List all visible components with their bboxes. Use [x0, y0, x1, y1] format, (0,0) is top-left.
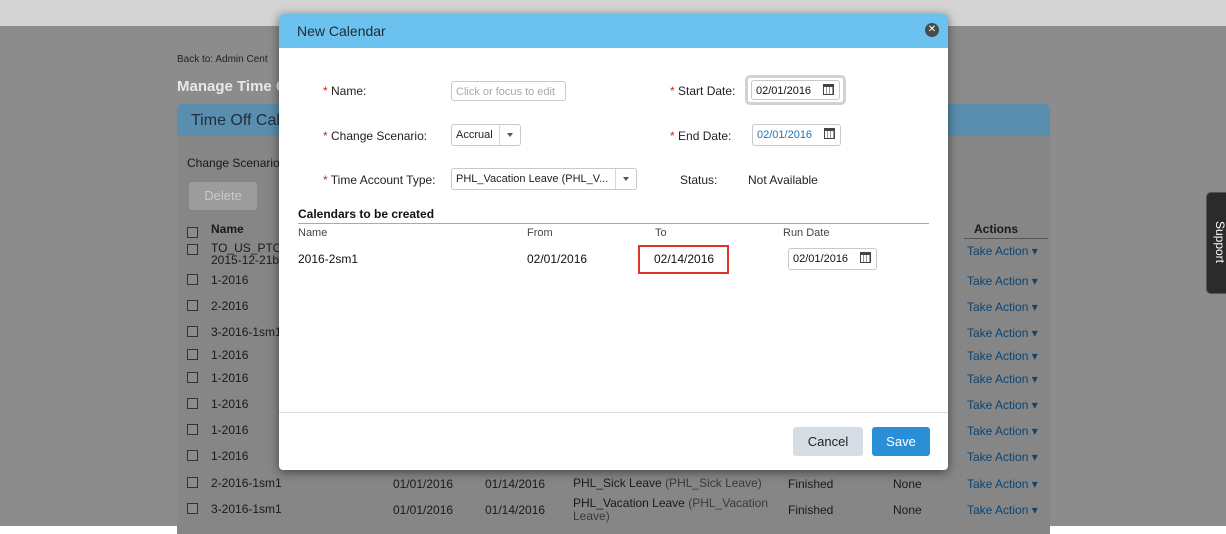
- run-date-input[interactable]: 02/01/2016: [788, 248, 877, 270]
- section-divider: [298, 223, 929, 224]
- column-header-name: Name: [298, 227, 328, 239]
- row-status: Finished: [788, 477, 834, 491]
- row-checkbox[interactable]: [187, 244, 198, 255]
- dialog-title: New Calendar: [297, 23, 386, 39]
- row-checkbox[interactable]: [187, 424, 198, 435]
- take-action-dropdown[interactable]: Take Action ▾: [967, 503, 1038, 517]
- take-action-dropdown[interactable]: Take Action ▾: [967, 274, 1038, 288]
- section-title: Calendars to be created: [298, 207, 435, 221]
- row-checkbox[interactable]: [187, 503, 198, 514]
- support-tab[interactable]: Support: [1206, 192, 1226, 294]
- row-checkbox[interactable]: [187, 349, 198, 360]
- footer-divider: [279, 412, 948, 413]
- row-name: 1-2016: [211, 449, 249, 463]
- start-date-label: * Start Date:: [670, 84, 736, 98]
- row-calendar: None: [893, 503, 922, 517]
- cancel-button[interactable]: Cancel: [793, 427, 863, 456]
- row-checkbox[interactable]: [187, 326, 198, 337]
- page-title: Manage Time C: [177, 78, 287, 95]
- take-action-dropdown[interactable]: Take Action ▾: [967, 450, 1038, 464]
- to-date-highlight-box: [638, 245, 729, 274]
- panel-title: Time Off Cale: [191, 112, 289, 129]
- row-checkbox[interactable]: [187, 372, 198, 383]
- calendar-row-name: 2016-2sm1: [298, 252, 359, 266]
- support-label: Support: [1213, 220, 1226, 264]
- row-name: 3-2016-1sm1: [211, 502, 282, 516]
- end-date-label: * End Date:: [670, 129, 732, 143]
- close-icon[interactable]: ✕: [925, 23, 939, 37]
- select-all-checkbox[interactable]: [187, 227, 198, 238]
- row-name: TO_US_PTO 2015-12-21b: [211, 241, 282, 267]
- dialog-header: New Calendar ✕: [279, 14, 948, 48]
- row-calendar: None: [893, 477, 922, 491]
- table-row: 2-2016-1sm1 01/01/2016 01/14/2016 PHL_Si…: [177, 474, 1050, 494]
- calendar-icon[interactable]: [860, 252, 871, 263]
- row-checkbox[interactable]: [187, 300, 198, 311]
- name-input[interactable]: Click or focus to edit: [451, 81, 566, 101]
- back-link[interactable]: Back to: Admin Cent: [177, 54, 268, 65]
- take-action-dropdown[interactable]: Take Action ▾: [967, 372, 1038, 386]
- take-action-dropdown[interactable]: Take Action ▾: [967, 349, 1038, 363]
- row-name: 2-2016-1sm1: [211, 476, 282, 490]
- row-from-date: 01/01/2016: [393, 503, 454, 517]
- row-name: 3-2016-1sm1: [211, 325, 282, 339]
- calendar-icon[interactable]: [824, 128, 835, 139]
- row-name: 2-2016: [211, 299, 249, 313]
- header-divider: [964, 238, 1048, 239]
- take-action-dropdown[interactable]: Take Action ▾: [967, 300, 1038, 314]
- column-header-name[interactable]: Name: [211, 222, 244, 236]
- row-name: 1-2016: [211, 397, 249, 411]
- calendar-row-from: 02/01/2016: [527, 252, 588, 266]
- table-row: 3-2016-1sm1 01/01/2016 01/14/2016 PHL_Va…: [177, 496, 1050, 523]
- change-scenario-select[interactable]: Accrual: [451, 124, 521, 146]
- column-header-to: To: [655, 227, 667, 239]
- time-account-type-label: * Time Account Type:: [323, 173, 436, 187]
- start-date-input[interactable]: 02/01/2016: [751, 80, 840, 100]
- take-action-dropdown[interactable]: Take Action ▾: [967, 326, 1038, 340]
- row-name: 1-2016: [211, 273, 249, 287]
- change-scenario-label: * Change Scenario:: [323, 129, 428, 143]
- row-name: 1-2016: [211, 423, 249, 437]
- status-label: Status:: [680, 173, 718, 187]
- delete-button[interactable]: Delete: [189, 182, 257, 210]
- row-time-account-type: PHL_Vacation Leave (PHL_Vacation Leave): [573, 496, 769, 523]
- column-header-actions: Actions: [974, 222, 1019, 236]
- end-date-input[interactable]: 02/01/2016: [752, 124, 841, 146]
- row-status: Finished: [788, 503, 834, 517]
- chevron-down-icon: [615, 169, 636, 189]
- row-checkbox[interactable]: [187, 398, 198, 409]
- take-action-dropdown[interactable]: Take Action ▾: [967, 477, 1038, 491]
- take-action-dropdown[interactable]: Take Action ▾: [967, 424, 1038, 438]
- row-checkbox[interactable]: [187, 477, 198, 488]
- name-label: * Name:: [323, 84, 367, 98]
- row-to-date: 01/14/2016: [485, 503, 546, 517]
- row-checkbox[interactable]: [187, 274, 198, 285]
- take-action-dropdown[interactable]: Take Action ▾: [967, 244, 1038, 258]
- time-account-type-select[interactable]: PHL_Vacation Leave (PHL_V...: [451, 168, 637, 190]
- row-from-date: 01/01/2016: [393, 477, 454, 491]
- chevron-down-icon: [499, 125, 520, 145]
- row-time-account-type: PHL_Sick Leave (PHL_Sick Leave): [573, 476, 762, 490]
- calendar-icon[interactable]: [823, 84, 834, 95]
- change-scenario-filter-label: Change Scenario:: [187, 156, 284, 170]
- new-calendar-dialog: New Calendar ✕ * Name: Click or focus to…: [279, 14, 948, 470]
- column-header-from: From: [527, 227, 553, 239]
- column-header-run-date: Run Date: [783, 227, 830, 239]
- row-checkbox[interactable]: [187, 450, 198, 461]
- row-name: 1-2016: [211, 371, 249, 385]
- save-button[interactable]: Save: [872, 427, 930, 456]
- status-value: Not Available: [748, 173, 818, 187]
- take-action-dropdown[interactable]: Take Action ▾: [967, 398, 1038, 412]
- row-to-date: 01/14/2016: [485, 477, 546, 491]
- row-name: 1-2016: [211, 348, 249, 362]
